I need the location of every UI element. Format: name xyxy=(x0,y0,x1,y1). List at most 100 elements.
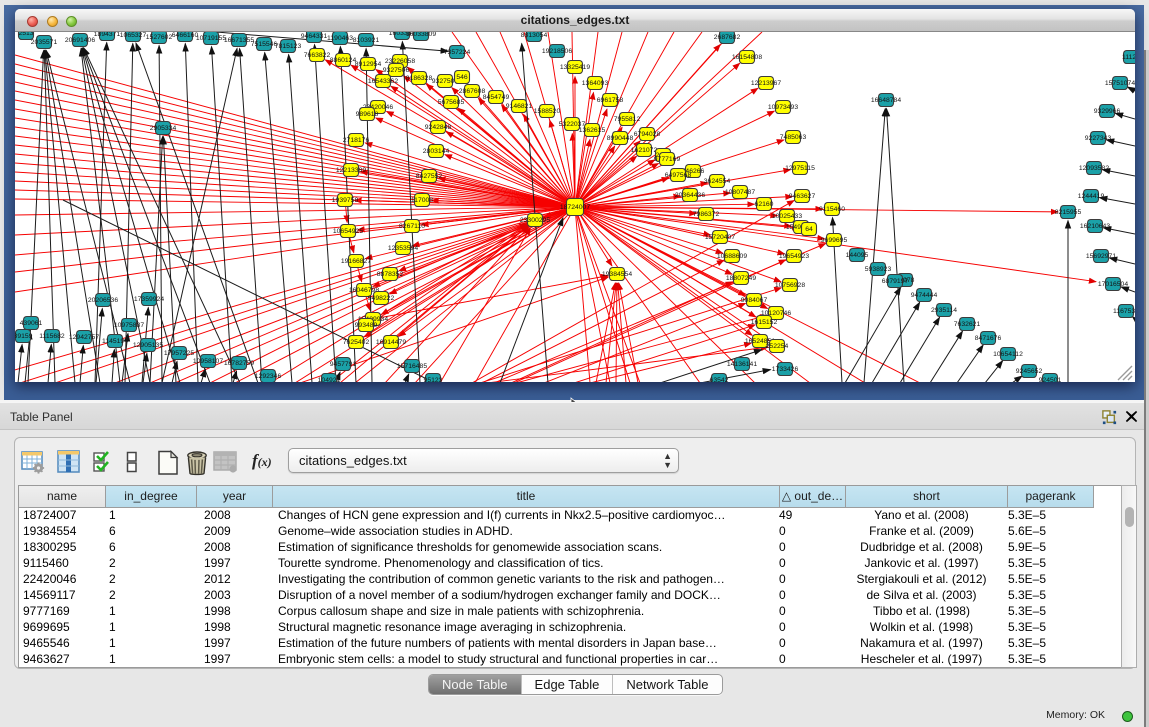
svg-text:9146821: 9146821 xyxy=(506,103,533,110)
svg-text:2687682: 2687682 xyxy=(714,34,741,41)
svg-text:14136141: 14136141 xyxy=(727,361,757,368)
svg-text:1894371: 1894371 xyxy=(94,32,121,38)
svg-text:546: 546 xyxy=(456,74,468,81)
svg-text:8990448: 8990448 xyxy=(607,135,634,142)
svg-text:19218506: 19218506 xyxy=(542,48,572,55)
svg-text:10654925: 10654925 xyxy=(333,228,363,235)
svg-text:11123: 11123 xyxy=(1122,54,1135,61)
svg-text:1588520: 1588520 xyxy=(534,108,561,115)
svg-text:17016504: 17016504 xyxy=(1098,281,1128,288)
svg-text:16210643: 16210643 xyxy=(1080,223,1110,230)
svg-text:8103921: 8103921 xyxy=(353,37,380,44)
svg-text:9464331: 9464331 xyxy=(301,33,328,40)
svg-text:17359924: 17359924 xyxy=(134,296,164,303)
svg-text:144095: 144095 xyxy=(846,252,869,259)
svg-text:2035571: 2035571 xyxy=(31,39,58,46)
svg-text:2905334: 2905334 xyxy=(150,125,177,132)
svg-text:2803144: 2803144 xyxy=(423,148,450,155)
svg-text:439061: 439061 xyxy=(20,320,43,327)
svg-text:64: 64 xyxy=(805,226,813,233)
svg-text:6497568: 6497568 xyxy=(665,172,692,179)
svg-text:7632621: 7632621 xyxy=(954,321,981,328)
svg-text:5675685: 5675685 xyxy=(438,99,465,106)
svg-text:10973493: 10973493 xyxy=(768,104,798,111)
svg-text:8427552: 8427552 xyxy=(416,173,443,180)
svg-text:1065327: 1065327 xyxy=(120,32,147,39)
svg-text:15692971: 15692971 xyxy=(1086,253,1116,260)
svg-text:9242848: 9242848 xyxy=(425,124,452,131)
svg-text:10654112: 10654112 xyxy=(993,351,1023,358)
svg-text:9463627: 9463627 xyxy=(789,193,816,200)
svg-text:7815123: 7815123 xyxy=(275,43,302,50)
svg-text:16782759: 16782759 xyxy=(224,360,254,367)
svg-text:104921: 104921 xyxy=(318,377,341,382)
svg-text:1527602: 1527602 xyxy=(146,34,173,41)
svg-text:8215955: 8215955 xyxy=(1055,209,1082,216)
svg-text:1145194: 1145194 xyxy=(102,338,128,345)
svg-text:989618: 989618 xyxy=(356,111,379,118)
svg-text:15751074: 15751074 xyxy=(1105,80,1135,87)
svg-text:18724007: 18724007 xyxy=(560,204,590,211)
svg-text:1364093: 1364093 xyxy=(582,80,609,87)
svg-text:39159: 39159 xyxy=(15,333,33,340)
svg-text:15716485: 15716485 xyxy=(397,363,427,370)
svg-text:252254: 252254 xyxy=(766,343,789,350)
svg-text:63542: 63542 xyxy=(710,377,729,382)
svg-text:1621072: 1621072 xyxy=(631,147,658,154)
svg-text:8267110: 8267110 xyxy=(399,223,425,230)
svg-text:15720407: 15720407 xyxy=(705,234,735,241)
svg-text:1292346: 1292346 xyxy=(255,373,282,380)
svg-text:3624554: 3624554 xyxy=(704,178,731,185)
svg-text:13325419: 13325419 xyxy=(560,64,590,71)
svg-text:19166827: 19166827 xyxy=(341,258,371,265)
svg-text:7357224: 7357224 xyxy=(444,49,471,56)
svg-text:6794028: 6794028 xyxy=(634,131,661,138)
svg-text:12905135: 12905135 xyxy=(133,342,163,349)
svg-text:16543362: 16543362 xyxy=(368,78,398,85)
svg-text:16914479: 16914479 xyxy=(376,339,406,346)
svg-text:9084067: 9084067 xyxy=(741,297,768,304)
svg-text:1190463: 1190463 xyxy=(327,35,353,42)
svg-text:23300295: 23300295 xyxy=(520,217,550,224)
svg-text:8471676: 8471676 xyxy=(975,335,1002,342)
svg-text:6466160: 6466160 xyxy=(172,32,199,39)
svg-text:117008: 117008 xyxy=(411,197,433,204)
svg-text:17957225: 17957225 xyxy=(164,350,194,357)
svg-text:10688609: 10688609 xyxy=(717,253,747,260)
svg-text:95123: 95123 xyxy=(424,377,443,382)
svg-text:9498222: 9498222 xyxy=(368,295,395,302)
svg-text:7663822: 7663822 xyxy=(304,52,331,59)
svg-text:6961758: 6961758 xyxy=(597,97,624,104)
svg-text:10975887: 10975887 xyxy=(114,322,144,329)
svg-text:18807249: 18807249 xyxy=(726,275,756,282)
svg-text:10958107: 10958107 xyxy=(193,358,223,365)
svg-text:7515546: 7515546 xyxy=(251,41,278,48)
svg-text:12093582: 12093582 xyxy=(1079,165,1109,172)
svg-text:19384554: 19384554 xyxy=(602,271,632,278)
svg-text:2867608: 2867608 xyxy=(459,88,486,95)
svg-text:16154808: 16154808 xyxy=(732,54,762,61)
svg-text:12975115: 12975115 xyxy=(785,165,815,172)
svg-text:9115460: 9115460 xyxy=(819,206,845,213)
svg-text:20206536: 20206536 xyxy=(88,297,118,304)
svg-text:8813054: 8813054 xyxy=(521,32,548,39)
svg-text:10756928: 10756928 xyxy=(775,282,805,289)
svg-text:9227343: 9227343 xyxy=(1085,135,1112,142)
svg-text:1362615: 1362615 xyxy=(579,127,606,134)
svg-text:12942757: 12942757 xyxy=(69,334,99,341)
svg-text:9777169: 9777169 xyxy=(654,156,681,163)
svg-text:12213967: 12213967 xyxy=(751,80,781,87)
svg-text:1115682: 1115682 xyxy=(39,333,65,340)
svg-text:16671355: 16671355 xyxy=(224,37,254,44)
svg-text:5938923: 5938923 xyxy=(865,266,892,273)
svg-text:8860124: 8860124 xyxy=(330,57,357,64)
svg-text:19654923: 19654923 xyxy=(779,253,809,260)
svg-text:12213389: 12213389 xyxy=(336,167,366,174)
svg-text:10719155: 10719155 xyxy=(196,35,226,42)
svg-text:7485063: 7485063 xyxy=(780,134,807,141)
svg-text:8186328: 8186328 xyxy=(406,75,433,82)
svg-text:9474444: 9474444 xyxy=(911,292,938,299)
svg-text:8878352: 8878352 xyxy=(377,271,404,278)
svg-text:7986372: 7986372 xyxy=(693,211,720,218)
svg-text:1244419: 1244419 xyxy=(1078,193,1105,200)
